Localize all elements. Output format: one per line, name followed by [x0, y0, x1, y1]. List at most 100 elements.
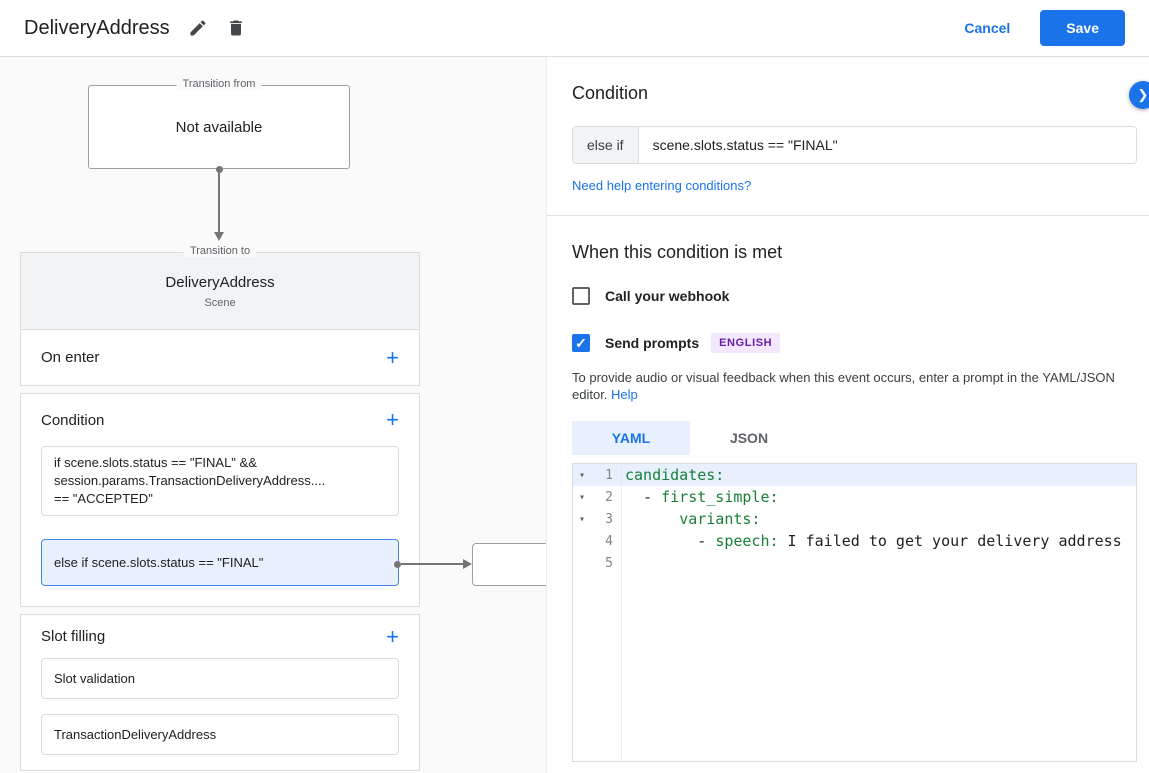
scene-card: Transition to DeliveryAddress Scene On e… [20, 245, 420, 771]
transition-from-value: Not available [175, 118, 263, 136]
add-slot-button[interactable]: + [386, 625, 399, 648]
yaml-indent: - [625, 532, 716, 550]
main-layout: Transition from Not available Transition… [0, 57, 1149, 773]
on-enter-label: On enter [41, 349, 100, 366]
code-line-row[interactable]: ▾ 3 variants: [573, 508, 1136, 530]
collapse-panel-button[interactable]: ❯ [1129, 81, 1149, 109]
condition-text-line: else if scene.slots.status == "FINAL" [54, 555, 264, 570]
arrow-down-icon [214, 232, 224, 241]
condition-section-header: Condition + [21, 394, 419, 446]
code-line[interactable]: - speech: I failed to get your delivery … [621, 532, 1122, 550]
trash-icon [229, 20, 242, 36]
add-condition-button[interactable]: + [386, 409, 399, 431]
yaml-key: variants: [679, 510, 761, 528]
call-webhook-checkbox[interactable] [572, 287, 590, 305]
chevron-right-icon: ❯ [1137, 87, 1149, 102]
arrow-right-icon [463, 559, 472, 569]
topbar-actions: Cancel Save [964, 10, 1125, 46]
send-prompts-label: Send prompts [605, 335, 700, 351]
send-prompts-row: ✓ Send prompts ENGLISH [572, 333, 1137, 353]
condition-text-line: if scene.slots.status == "FINAL" && [54, 455, 257, 470]
conditions-help-link[interactable]: Need help entering conditions? [572, 178, 751, 193]
condition-text-line: session.params.TransactionDeliveryAddres… [54, 473, 326, 488]
fold-icon[interactable]: ▾ [573, 470, 591, 481]
add-on-enter-button[interactable]: + [386, 346, 399, 369]
editor-gutter: 5 [573, 552, 621, 574]
slot-filling-section: Slot filling + Slot validation Transacti… [20, 614, 420, 771]
editor-gutter: ▾ 2 [573, 486, 621, 508]
condition-item[interactable]: if scene.slots.status == "FINAL" && sess… [41, 446, 399, 516]
prompts-description-text: To provide audio or visual feedback when… [572, 370, 1115, 402]
transition-from-box: Transition from Not available [88, 78, 350, 169]
edit-icon[interactable] [188, 18, 208, 38]
cancel-button[interactable]: Cancel [964, 20, 1010, 36]
line-number: 2 [605, 489, 613, 505]
scene-header[interactable]: Transition to DeliveryAddress Scene [21, 245, 419, 330]
panel-header: Condition [572, 83, 1137, 104]
condition-text-line: == "ACCEPTED" [54, 491, 153, 506]
code-line-row[interactable]: ▾ 1 candidates: [573, 464, 1136, 486]
save-button[interactable]: Save [1040, 10, 1125, 46]
slot-filling-label: Slot filling [41, 628, 106, 645]
send-prompts-checkbox[interactable]: ✓ [572, 334, 590, 352]
transition-from-label: Transition from [176, 78, 262, 90]
condition-expression-row: else if [572, 126, 1137, 164]
call-webhook-label: Call your webhook [605, 288, 730, 304]
panel-title: Condition [572, 83, 649, 103]
slot-filling-header: Slot filling + [21, 615, 419, 658]
webhook-row: Call your webhook [572, 287, 1137, 305]
slot-item[interactable]: TransactionDeliveryAddress [41, 714, 399, 755]
yaml-key: first_simple: [661, 488, 779, 506]
condition-section-label: Condition [41, 411, 105, 429]
code-line-row[interactable]: ▾ 2 - first_simple: [573, 486, 1136, 508]
yaml-key: speech: [715, 532, 779, 550]
check-icon: ✓ [575, 334, 587, 351]
line-number: 5 [605, 555, 613, 571]
scene-subtitle: Scene [204, 296, 236, 309]
language-badge: ENGLISH [711, 333, 781, 353]
line-number: 1 [605, 467, 613, 483]
code-line[interactable]: variants: [621, 510, 760, 528]
help-link[interactable]: Help [611, 387, 638, 402]
yaml-value: I failed to get your delivery address [778, 532, 1122, 550]
fold-icon[interactable]: ▾ [573, 492, 591, 503]
delete-icon[interactable] [226, 18, 246, 38]
connector-line [218, 170, 220, 232]
connector-line [401, 563, 463, 565]
app-root: DeliveryAddress Cancel Save Transition f… [0, 0, 1149, 773]
pencil-icon [190, 20, 206, 36]
code-line-row[interactable]: 4 - speech: I failed to get your deliver… [573, 530, 1136, 552]
yaml-editor[interactable]: ▾ 1 candidates: ▾ 2 - first_simple: ▾ 3 … [572, 463, 1137, 762]
yaml-indent: - [625, 488, 662, 506]
editor-tabs: YAML JSON [572, 421, 1137, 455]
condition-input[interactable] [638, 127, 1136, 163]
condition-prefix-label: else if [573, 127, 639, 163]
topbar: DeliveryAddress Cancel Save [0, 0, 1149, 57]
on-enter-section[interactable]: On enter + [21, 330, 419, 385]
code-line[interactable]: candidates: [621, 466, 724, 484]
editor-gutter: 4 [573, 530, 621, 552]
transition-target-box[interactable] [472, 543, 546, 586]
condition-section: Condition + if scene.slots.status == "FI… [20, 393, 420, 607]
line-number: 3 [605, 511, 613, 527]
condition-item-selected[interactable]: else if scene.slots.status == "FINAL" [41, 539, 399, 586]
scene-title: DeliveryAddress [165, 273, 275, 291]
when-condition-met-title: When this condition is met [572, 242, 783, 262]
connector-dot [394, 561, 401, 568]
code-line-row[interactable]: 5 [573, 552, 1136, 574]
prompts-description: To provide audio or visual feedback when… [572, 369, 1137, 403]
transition-to-label: Transition to [183, 245, 257, 257]
scene-card-header-block: Transition to DeliveryAddress Scene On e… [20, 245, 420, 386]
editor-gutter: ▾ 3 [573, 508, 621, 530]
page-title: DeliveryAddress [24, 16, 170, 39]
yaml-key: candidates: [625, 466, 725, 484]
slot-item[interactable]: Slot validation [41, 658, 399, 699]
scene-canvas: Transition from Not available Transition… [0, 57, 546, 773]
tab-json[interactable]: JSON [690, 421, 808, 455]
panel-divider [547, 215, 1149, 216]
code-line[interactable]: - first_simple: [621, 488, 779, 506]
tab-yaml[interactable]: YAML [572, 421, 690, 455]
fold-icon[interactable]: ▾ [573, 514, 591, 525]
editor-gutter: ▾ 1 [573, 464, 621, 486]
condition-panel: ❯ Condition else if Need help entering c… [546, 57, 1149, 773]
